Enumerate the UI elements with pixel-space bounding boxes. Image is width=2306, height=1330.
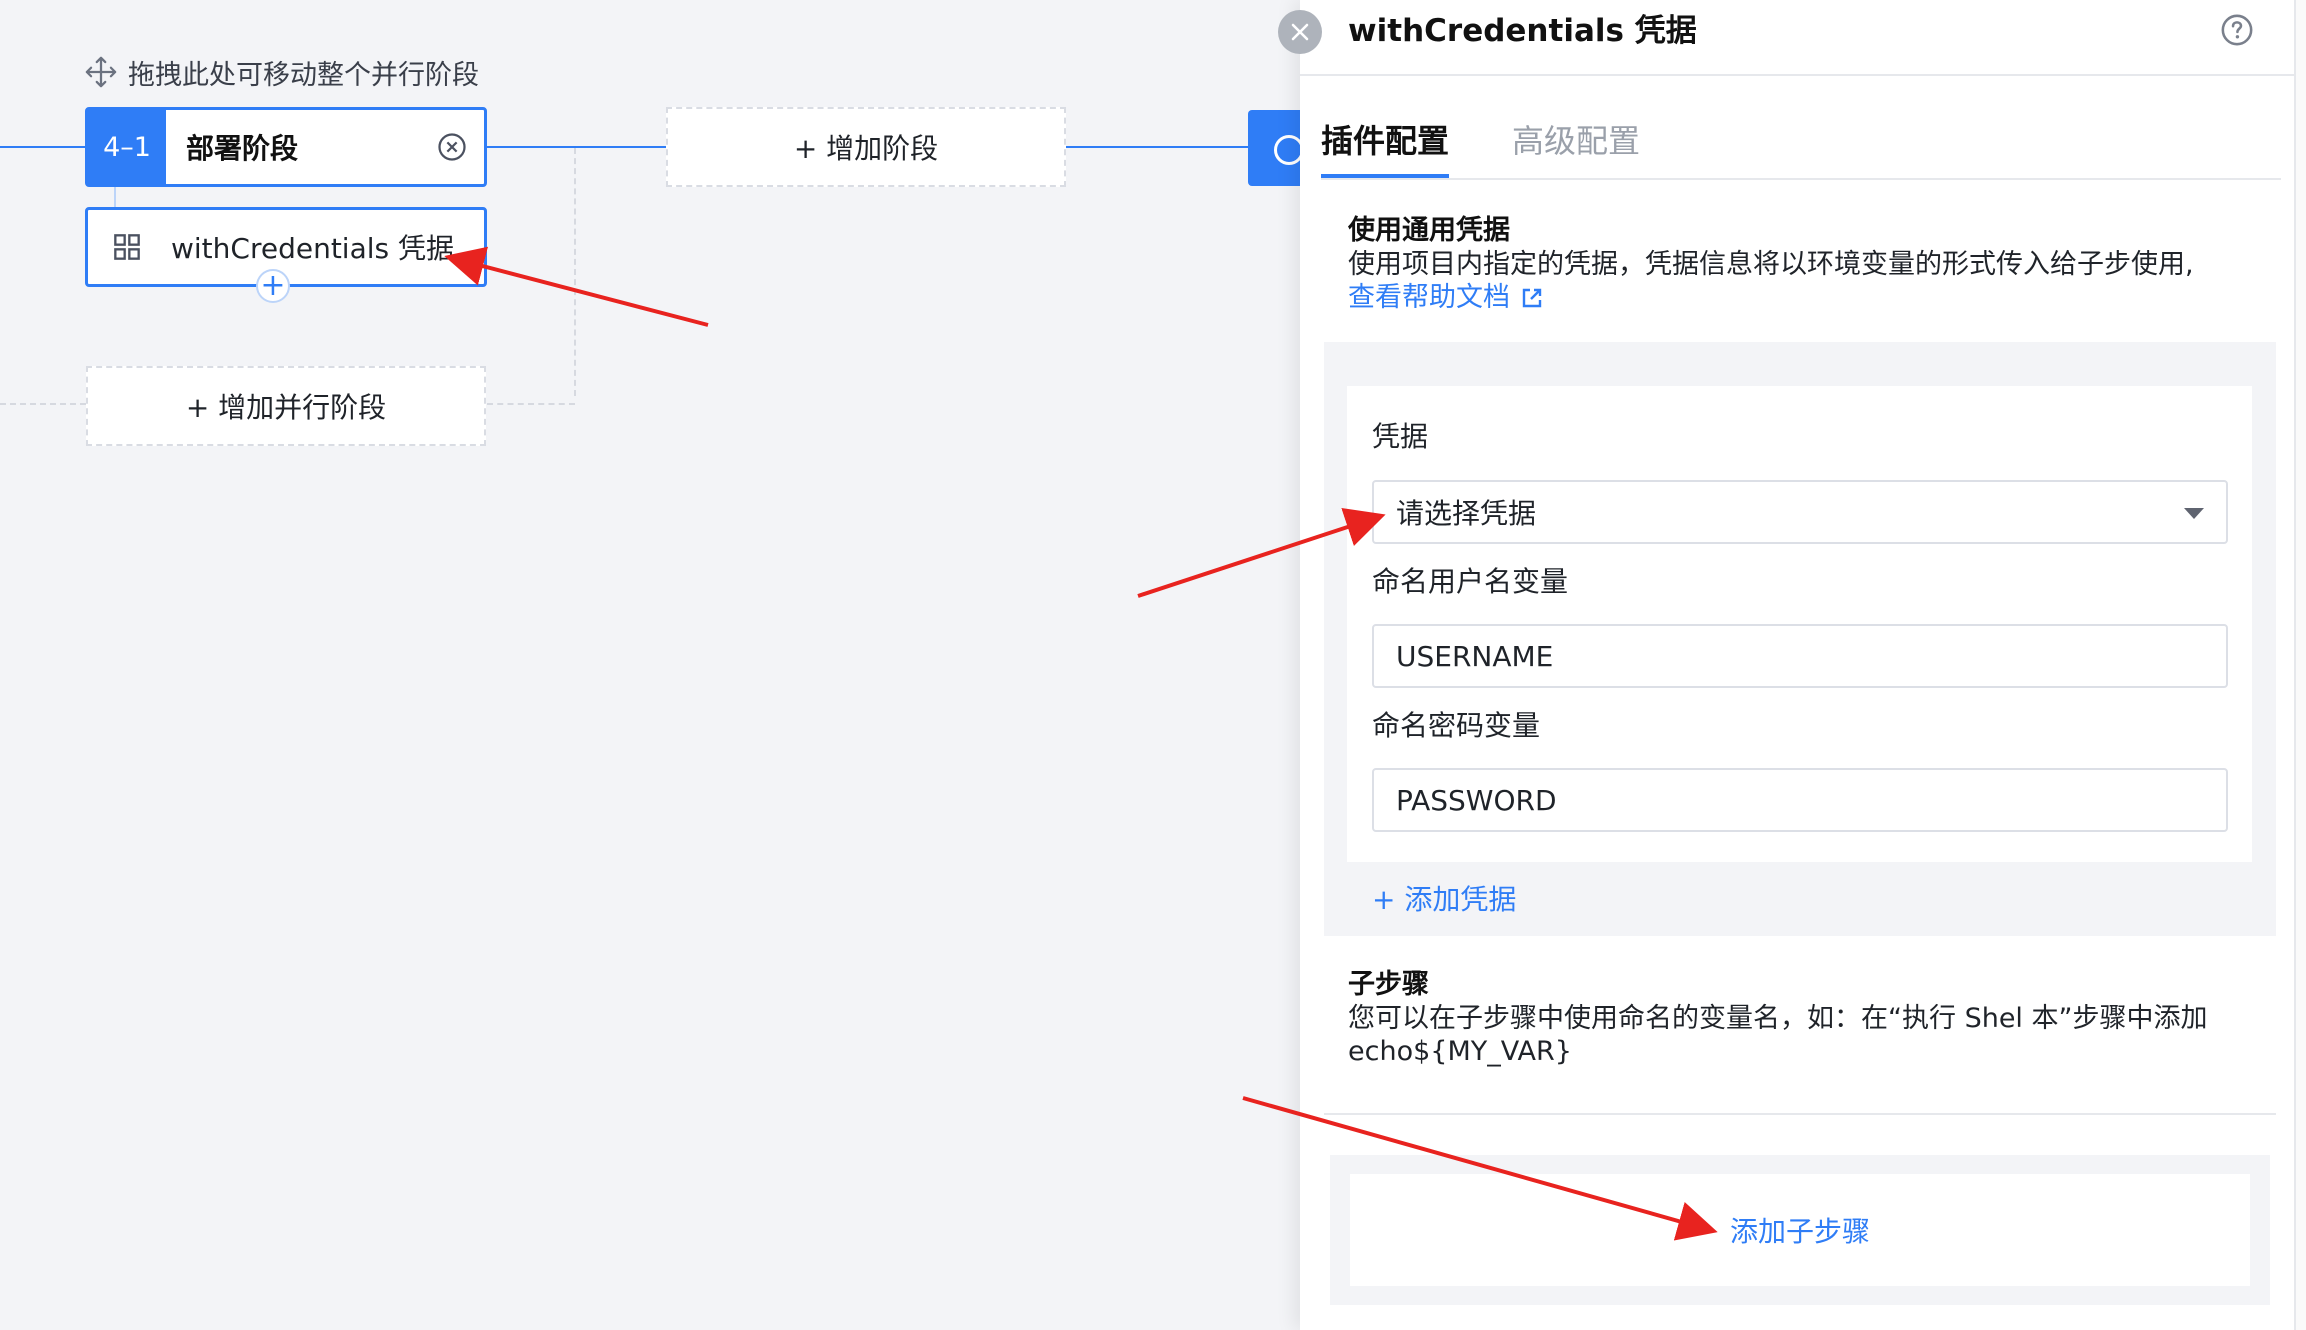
drag-handle[interactable]: 拖拽此处可移动整个并行阶段 <box>84 52 479 92</box>
parallel-connector <box>0 403 86 405</box>
credentials-section-description: 使用项目内指定的凭据，凭据信息将以环境变量的形式传入给子步使用, <box>1348 249 2194 280</box>
stage-name: 部署阶段 <box>186 132 299 165</box>
username-var-label: 命名用户名变量 <box>1372 565 1569 598</box>
grid-icon <box>114 234 140 260</box>
substeps-description: 您可以在子步骤中使用命名的变量名，如：在“执行 Shel 本”步骤中添加 <box>1348 1003 2208 1034</box>
tab-plugin-config[interactable]: 插件配置 <box>1321 116 1449 166</box>
help-icon[interactable] <box>2220 13 2254 47</box>
substeps-example: echo${MY_VAR} <box>1348 1036 1572 1067</box>
next-stage-node[interactable] <box>1248 110 1308 186</box>
substeps-section-title: 子步骤 <box>1348 969 1429 1000</box>
close-panel-button[interactable] <box>1278 10 1322 54</box>
move-icon <box>85 56 117 88</box>
add-stage-button[interactable]: + 增加阶段 <box>666 107 1066 187</box>
substeps-divider <box>1324 1113 2276 1115</box>
stage-number: 4–1 <box>88 110 166 184</box>
credentials-section-title: 使用通用凭据 <box>1348 215 1510 246</box>
add-parallel-stage-button[interactable]: + 增加并行阶段 <box>86 366 486 446</box>
add-substep-button[interactable]: 添加子步骤 <box>1350 1174 2250 1286</box>
panel-scrollbar[interactable] <box>2294 0 2306 1330</box>
connector-line <box>1066 146 1248 148</box>
credential-select-value: 请选择凭据 <box>1396 497 1537 530</box>
help-doc-link-label: 查看帮助文档 <box>1348 282 1510 313</box>
help-doc-link[interactable]: 查看帮助文档 <box>1348 281 1544 315</box>
connector-line <box>487 146 666 148</box>
close-icon <box>1291 23 1309 41</box>
panel-header-divider <box>1300 74 2296 76</box>
password-var-label: 命名密码变量 <box>1372 709 1541 742</box>
credential-label: 凭据 <box>1372 420 1429 453</box>
external-link-icon <box>1522 288 1542 308</box>
parallel-connector <box>487 403 575 405</box>
drag-hint-label: 拖拽此处可移动整个并行阶段 <box>128 59 479 91</box>
step-connector <box>114 187 116 207</box>
add-credential-button[interactable]: + 添加凭据 <box>1372 878 1516 918</box>
panel-title: withCredentials 凭据 <box>1348 12 1697 49</box>
close-circle-icon <box>438 133 466 161</box>
dropdown-caret-icon <box>2184 508 2204 519</box>
stage-card[interactable]: 4–1 部署阶段 <box>85 107 487 187</box>
annotation-arrow <box>444 246 709 327</box>
username-var-input[interactable]: USERNAME <box>1372 624 2228 688</box>
tabs-divider <box>1321 178 2281 180</box>
credential-select[interactable]: 请选择凭据 <box>1372 480 2228 544</box>
tab-advanced-config[interactable]: 高级配置 <box>1512 116 1640 166</box>
password-var-input[interactable]: PASSWORD <box>1372 768 2228 832</box>
add-step-button[interactable]: + <box>256 269 290 303</box>
delete-stage-button[interactable] <box>420 110 484 184</box>
connector-line <box>0 146 85 148</box>
parallel-connector <box>574 148 576 396</box>
step-label: withCredentials 凭据 <box>171 232 455 265</box>
